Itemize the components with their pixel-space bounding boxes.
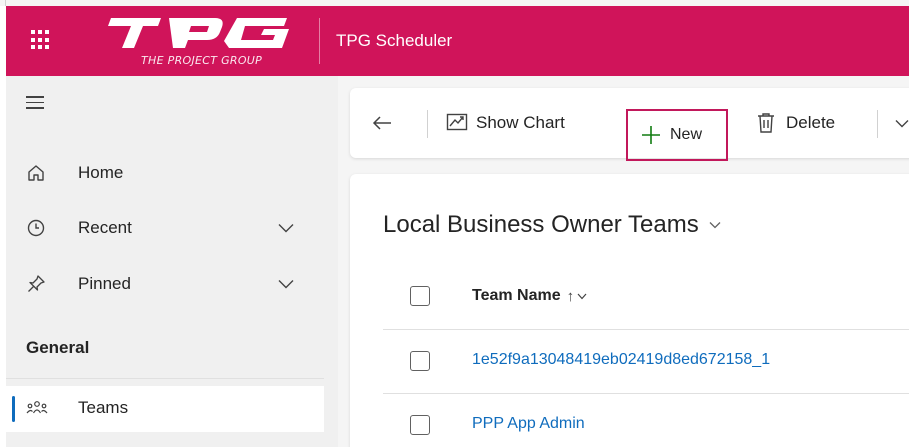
main-content: Show Chart New Delete Local Business Own… [338,76,909,447]
nav-scrollbar[interactable] [324,76,338,447]
grid-header-row: Team Name ↑ [383,266,909,330]
tpg-logo-mark [108,18,289,48]
nav-item-recent[interactable]: Recent [6,208,338,248]
plus-icon [642,126,660,144]
show-chart-button[interactable]: Show Chart [446,88,565,158]
app-launcher-icon[interactable] [31,30,51,50]
select-all-checkbox[interactable] [410,286,430,306]
nav-item-pinned[interactable]: Pinned [6,264,338,304]
more-commands-button[interactable] [895,88,909,158]
chart-icon [446,113,468,131]
team-name-link[interactable]: 1e52f9a13048419eb02419d8ed672158_1 [472,351,770,369]
nav-item-label: Home [78,163,124,182]
table-row[interactable]: 1e52f9a13048419eb02419d8ed672158_1 [383,330,909,394]
new-label: New [670,126,703,143]
delete-button[interactable]: Delete [756,88,835,158]
trash-icon [758,113,774,133]
delete-label: Delete [786,113,836,132]
new-button[interactable]: New [626,109,728,161]
command-divider [877,110,878,138]
people-team-icon [26,401,48,414]
view-title: Local Business Owner Teams [383,211,699,238]
show-chart-label: Show Chart [476,113,565,132]
home-icon [28,165,44,181]
column-header-label: Team Name [472,287,561,304]
grid-panel: Local Business Owner Teams Team Name ↑ 1… [350,174,909,447]
nav-item-label: Recent [78,218,132,237]
nav-item-label: Pinned [78,274,131,293]
arrow-left-icon [372,116,391,130]
nav-divider [6,378,338,379]
header-divider [319,18,320,64]
tpg-logo[interactable]: THE PROJECT GROUP [103,18,303,70]
selected-indicator [12,396,15,422]
hamburger-menu-icon[interactable] [26,96,44,110]
chevron-down-icon [709,222,721,229]
pin-icon [28,275,45,292]
command-bar: Show Chart New Delete [350,88,909,161]
clock-icon [27,219,45,237]
nav-item-home[interactable]: Home [6,153,338,193]
nav-item-teams[interactable]: Teams [6,386,324,432]
chevron-down-icon[interactable] [278,223,294,233]
row-checkbox[interactable] [410,415,430,435]
chevron-down-icon [577,293,587,299]
chevron-down-icon[interactable] [278,279,294,289]
sitemap-nav: Home Recent Pinned General Teams [6,76,338,447]
sort-ascending-icon: ↑ [566,287,575,305]
table-row[interactable]: PPP App Admin [383,394,909,447]
view-selector[interactable]: Local Business Owner Teams [383,211,721,239]
nav-section-general: General [26,338,90,357]
command-divider [427,110,428,138]
logo-subtitle: THE PROJECT GROUP [141,54,263,67]
team-name-link[interactable]: PPP App Admin [472,415,585,433]
app-title[interactable]: TPG Scheduler [336,31,452,51]
chevron-down-icon [895,119,909,127]
app-header: THE PROJECT GROUP TPG Scheduler [6,6,909,76]
back-button[interactable] [372,88,404,158]
nav-item-label: Teams [78,398,129,417]
column-header-team-name[interactable]: Team Name ↑ [472,287,587,305]
row-checkbox[interactable] [410,351,430,371]
